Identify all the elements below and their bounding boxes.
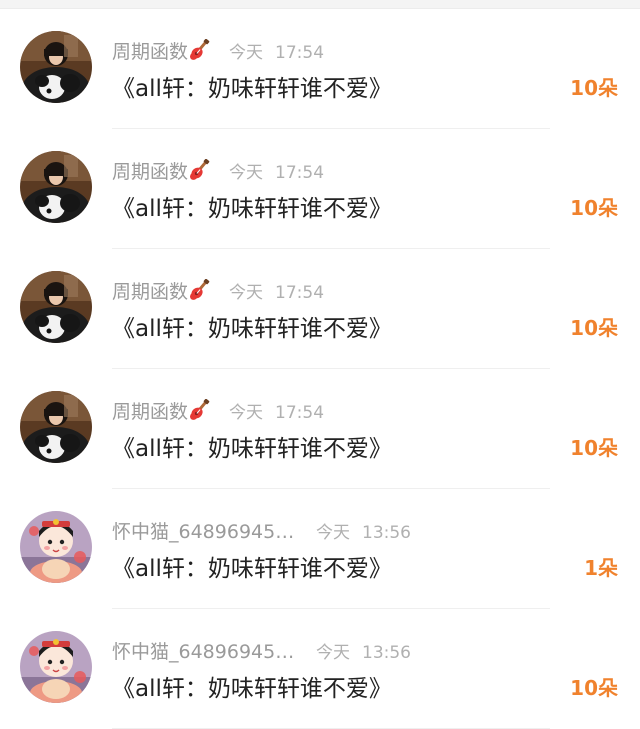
avatar-girl-dog[interactable] xyxy=(20,271,92,343)
flower-count: 10朵 xyxy=(570,196,618,220)
work-title[interactable]: 《all轩：奶味轩轩谁不爱》 xyxy=(112,429,392,463)
work-title[interactable]: 《all轩：奶味轩轩谁不爱》 xyxy=(112,669,392,703)
top-strip xyxy=(0,0,640,9)
timestamp-day: 今天 xyxy=(229,402,264,423)
timestamp-clock: 17:54 xyxy=(275,402,325,423)
flower-count: 10朵 xyxy=(570,316,618,340)
list-item[interactable]: 周期函数 今天 17:54 《all轩：奶味轩轩谁不爱》 10朵 xyxy=(0,129,640,249)
timestamp: 今天 17:54 xyxy=(229,38,324,63)
flower-count: 10朵 xyxy=(570,676,618,700)
flower-count: 1朵 xyxy=(584,556,618,580)
row-meta: 周期函数 今天 17:54 xyxy=(112,277,324,303)
row-meta: 怀中猫_648969456… 今天 13:56 xyxy=(112,637,411,663)
nickname[interactable]: 怀中猫_648969456… xyxy=(112,517,298,544)
avatar-doll[interactable] xyxy=(20,631,92,703)
timestamp: 今天 13:56 xyxy=(316,518,411,543)
nickname[interactable]: 周期函数 xyxy=(112,277,188,304)
work-title[interactable]: 《all轩：奶味轩轩谁不爱》 xyxy=(112,549,392,583)
guitar-icon xyxy=(189,399,211,421)
work-title[interactable]: 《all轩：奶味轩轩谁不爱》 xyxy=(112,189,392,223)
timestamp-clock: 17:54 xyxy=(275,162,325,183)
nickname[interactable]: 怀中猫_648969456… xyxy=(112,637,298,664)
row-meta: 怀中猫_648969456… 今天 13:56 xyxy=(112,517,411,543)
timestamp: 今天 17:54 xyxy=(229,398,324,423)
flower-count: 10朵 xyxy=(570,436,618,460)
timestamp-day: 今天 xyxy=(229,42,264,63)
work-title[interactable]: 《all轩：奶味轩轩谁不爱》 xyxy=(112,69,392,103)
list-item[interactable]: 怀中猫_648969456… 今天 13:56 《all轩：奶味轩轩谁不爱》 1朵 xyxy=(0,489,640,609)
timestamp-clock: 17:54 xyxy=(275,42,325,63)
timestamp-clock: 17:54 xyxy=(275,282,325,303)
timestamp: 今天 17:54 xyxy=(229,278,324,303)
nickname[interactable]: 周期函数 xyxy=(112,37,188,64)
gift-record-list: 周期函数 今天 17:54 《all轩：奶味轩轩谁不爱》 10朵 周期函数 今天 17:54 《… xyxy=(0,9,640,729)
avatar-girl-dog[interactable] xyxy=(20,31,92,103)
timestamp: 今天 13:56 xyxy=(316,638,411,663)
avatar-doll[interactable] xyxy=(20,511,92,583)
avatar-girl-dog[interactable] xyxy=(20,391,92,463)
row-meta: 周期函数 今天 17:54 xyxy=(112,37,324,63)
timestamp-day: 今天 xyxy=(316,642,350,663)
list-item[interactable]: 怀中猫_648969456… 今天 13:56 《all轩：奶味轩轩谁不爱》 10朵 xyxy=(0,609,640,729)
nickname[interactable]: 周期函数 xyxy=(112,397,188,424)
guitar-icon xyxy=(189,39,211,61)
timestamp-day: 今天 xyxy=(229,162,264,183)
row-meta: 周期函数 今天 17:54 xyxy=(112,397,324,423)
timestamp-day: 今天 xyxy=(229,282,264,303)
guitar-icon xyxy=(189,279,211,301)
timestamp-clock: 13:56 xyxy=(362,522,411,543)
row-meta: 周期函数 今天 17:54 xyxy=(112,157,324,183)
list-item[interactable]: 周期函数 今天 17:54 《all轩：奶味轩轩谁不爱》 10朵 xyxy=(0,249,640,369)
timestamp-day: 今天 xyxy=(316,522,350,543)
flower-count: 10朵 xyxy=(570,76,618,100)
guitar-icon xyxy=(189,159,211,181)
work-title[interactable]: 《all轩：奶味轩轩谁不爱》 xyxy=(112,309,392,343)
avatar-girl-dog[interactable] xyxy=(20,151,92,223)
timestamp: 今天 17:54 xyxy=(229,158,324,183)
list-item[interactable]: 周期函数 今天 17:54 《all轩：奶味轩轩谁不爱》 10朵 xyxy=(0,369,640,489)
timestamp-clock: 13:56 xyxy=(362,642,411,663)
list-item[interactable]: 周期函数 今天 17:54 《all轩：奶味轩轩谁不爱》 10朵 xyxy=(0,9,640,129)
nickname[interactable]: 周期函数 xyxy=(112,157,188,184)
